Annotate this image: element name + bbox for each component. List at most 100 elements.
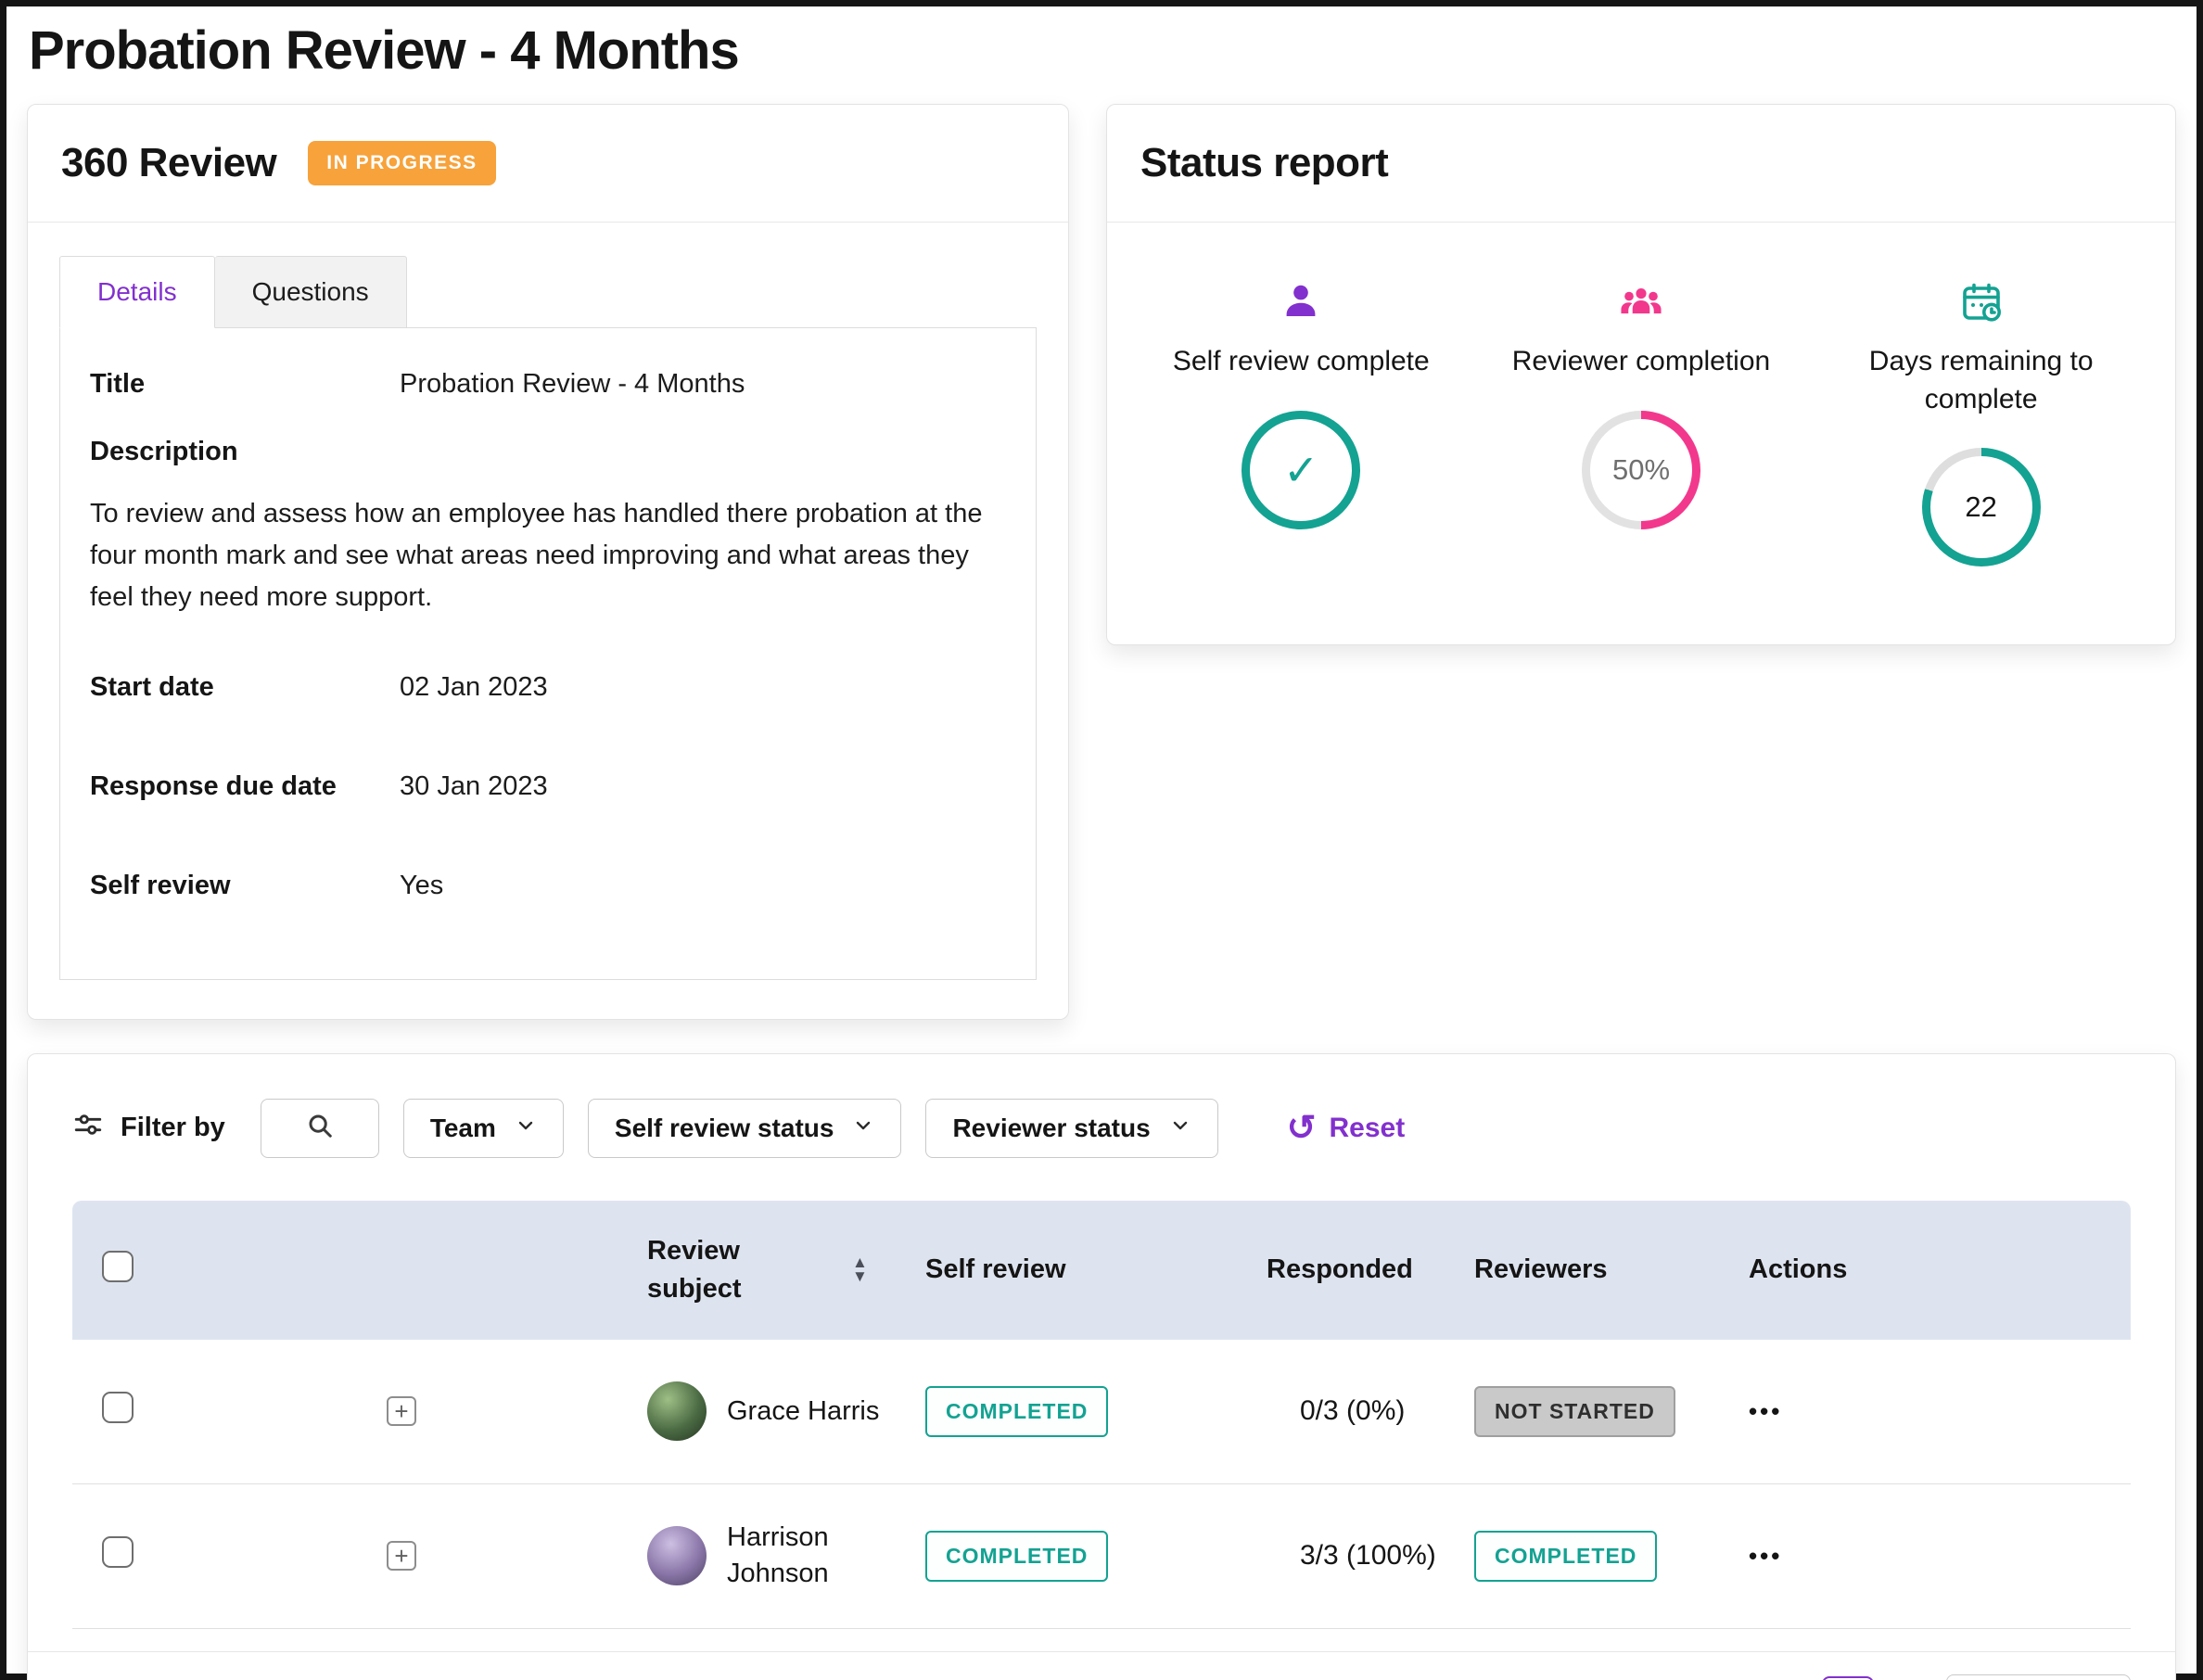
- progress-ring-days-remaining: 22: [1922, 448, 2041, 566]
- responded-cell: 0/3 (0%): [1241, 1395, 1454, 1427]
- table-row: + Grace Harris COMPLETED 0/3 (0%) NOT ST…: [72, 1340, 2131, 1484]
- status-item-days-remaining: Days remaining to complete 22: [1811, 271, 2151, 566]
- table-header-row: Review subject ▲▼ Self review Responded …: [72, 1201, 2131, 1340]
- reset-icon: ↺: [1287, 1111, 1317, 1146]
- field-start-date: Start date 02 Jan 2023: [90, 672, 1006, 703]
- progress-value: 50%: [1612, 453, 1670, 487]
- reviewers-cell: COMPLETED: [1454, 1531, 1732, 1582]
- field-due-date-value: 30 Jan 2023: [400, 771, 548, 802]
- row-checkbox-cell: [72, 1392, 239, 1431]
- divider: [28, 222, 1068, 223]
- details-panel: Title Probation Review - 4 Months Descri…: [59, 327, 1037, 980]
- review-subjects-card: Filter by Team Self review status Review…: [27, 1053, 2176, 1680]
- self-review-cell: COMPLETED: [898, 1386, 1241, 1437]
- actions-cell: •••: [1732, 1540, 2131, 1572]
- in-progress-badge: IN PROGRESS: [308, 141, 495, 185]
- filter-bar: Filter by Team Self review status Review…: [72, 1099, 2131, 1158]
- row-expand-cell: +: [239, 1396, 564, 1426]
- page-title: Probation Review - 4 Months: [6, 6, 2197, 104]
- review-tabs: Details Questions: [59, 256, 1037, 327]
- status-card-title: Status report: [1140, 140, 1388, 186]
- self-review-cell: COMPLETED: [898, 1531, 1241, 1582]
- field-self-review-value: Yes: [400, 871, 443, 901]
- chevron-down-icon: [515, 1114, 537, 1143]
- reviewer-status-filter-dropdown[interactable]: Reviewer status: [925, 1099, 1217, 1158]
- chevron-down-icon: [1169, 1114, 1191, 1143]
- self-review-status-filter-label: Self review status: [615, 1114, 834, 1143]
- reviewers-cell: NOT STARTED: [1454, 1386, 1732, 1437]
- search-button[interactable]: [261, 1099, 379, 1158]
- reviewer-status-filter-label: Reviewer status: [952, 1114, 1150, 1143]
- header-responded-label: Responded: [1241, 1254, 1454, 1285]
- header-review-subject: Review subject ▲▼: [564, 1232, 898, 1307]
- progress-ring-self-review: ✓: [1242, 411, 1360, 529]
- avatar: [647, 1381, 707, 1441]
- self-review-status-filter-dropdown[interactable]: Self review status: [588, 1099, 902, 1158]
- field-description-label: Description: [90, 437, 1006, 467]
- header-checkbox-cell: [72, 1251, 239, 1290]
- field-due-date: Response due date 30 Jan 2023: [90, 771, 1006, 802]
- field-title-label: Title: [90, 369, 400, 400]
- field-title: Title Probation Review - 4 Months: [90, 369, 1006, 400]
- reset-filters-button[interactable]: ↺ Reset: [1281, 1110, 1411, 1147]
- review-subject-cell: Grace Harris: [564, 1381, 898, 1441]
- header-actions-label: Actions: [1732, 1254, 2131, 1285]
- review-card-title: 360 Review: [61, 140, 276, 186]
- field-start-date-label: Start date: [90, 672, 400, 703]
- reset-label: Reset: [1330, 1113, 1406, 1144]
- calendar-clock-icon: [1811, 271, 2151, 325]
- row-checkbox[interactable]: [102, 1536, 134, 1568]
- status-badge: NOT STARTED: [1474, 1386, 1675, 1437]
- row-actions-button[interactable]: •••: [1749, 1542, 1782, 1571]
- team-filter-dropdown[interactable]: Team: [403, 1099, 564, 1158]
- sort-icon[interactable]: ▲▼: [852, 1256, 868, 1283]
- subject-name: Harrison Johnson: [727, 1520, 898, 1592]
- chevron-down-icon: [852, 1114, 874, 1143]
- header-reviewers-label: Reviewers: [1454, 1254, 1732, 1285]
- field-start-date-value: 02 Jan 2023: [400, 672, 548, 703]
- review-subject-cell: Harrison Johnson: [564, 1520, 898, 1592]
- page-size-select[interactable]: 20 / page: [1946, 1674, 2131, 1680]
- row-expand-cell: +: [239, 1541, 564, 1571]
- status-badge: COMPLETED: [925, 1386, 1108, 1437]
- responded-cell: 3/3 (100%): [1241, 1540, 1454, 1572]
- field-self-review: Self review Yes: [90, 871, 1006, 901]
- person-icon: [1131, 271, 1471, 325]
- review-card-header: 360 Review IN PROGRESS: [28, 105, 1068, 222]
- progress-ring-reviewer-completion: 50%: [1582, 411, 1700, 529]
- status-badge: COMPLETED: [925, 1531, 1108, 1582]
- avatar: [647, 1526, 707, 1585]
- status-report-card: Status report Self review complete ✓: [1106, 104, 2176, 645]
- filter-by-label: Filter by: [121, 1113, 225, 1143]
- field-title-value: Probation Review - 4 Months: [400, 369, 745, 400]
- header-self-review-label: Self review: [898, 1254, 1241, 1285]
- expand-row-button[interactable]: +: [387, 1541, 416, 1571]
- pagination-page-1[interactable]: 1: [1822, 1676, 1874, 1680]
- subject-name: Grace Harris: [727, 1394, 879, 1430]
- select-all-checkbox[interactable]: [102, 1251, 134, 1282]
- field-due-date-label: Response due date: [90, 771, 400, 802]
- status-label: Self review complete: [1157, 343, 1445, 381]
- status-item-self-review: Self review complete ✓: [1131, 271, 1471, 566]
- tab-details[interactable]: Details: [59, 256, 215, 328]
- status-badge: COMPLETED: [1474, 1531, 1657, 1582]
- actions-cell: •••: [1732, 1395, 2131, 1427]
- review-card: 360 Review IN PROGRESS Details Questions…: [27, 104, 1069, 1020]
- row-checkbox[interactable]: [102, 1392, 134, 1423]
- status-label: Reviewer completion: [1497, 343, 1785, 381]
- field-description-value: To review and assess how an employee has…: [90, 493, 1006, 618]
- status-card-header: Status report: [1107, 105, 2175, 222]
- status-content: Self review complete ✓ Reviewer completi…: [1107, 223, 2175, 644]
- filter-icon: [72, 1109, 104, 1148]
- row-actions-button[interactable]: •••: [1749, 1397, 1782, 1426]
- table-row: + Harrison Johnson COMPLETED 3/3 (100%) …: [72, 1484, 2131, 1629]
- tab-questions[interactable]: Questions: [215, 256, 407, 328]
- top-cards-row: 360 Review IN PROGRESS Details Questions…: [6, 104, 2197, 1020]
- team-filter-label: Team: [430, 1114, 496, 1143]
- progress-value: 22: [1965, 490, 1996, 524]
- row-checkbox-cell: [72, 1536, 239, 1575]
- status-item-reviewer-completion: Reviewer completion 50%: [1471, 271, 1812, 566]
- filter-by: Filter by: [72, 1109, 225, 1148]
- pagination-bar: ‹ 1 › 20 / page: [28, 1651, 2175, 1680]
- expand-row-button[interactable]: +: [387, 1396, 416, 1426]
